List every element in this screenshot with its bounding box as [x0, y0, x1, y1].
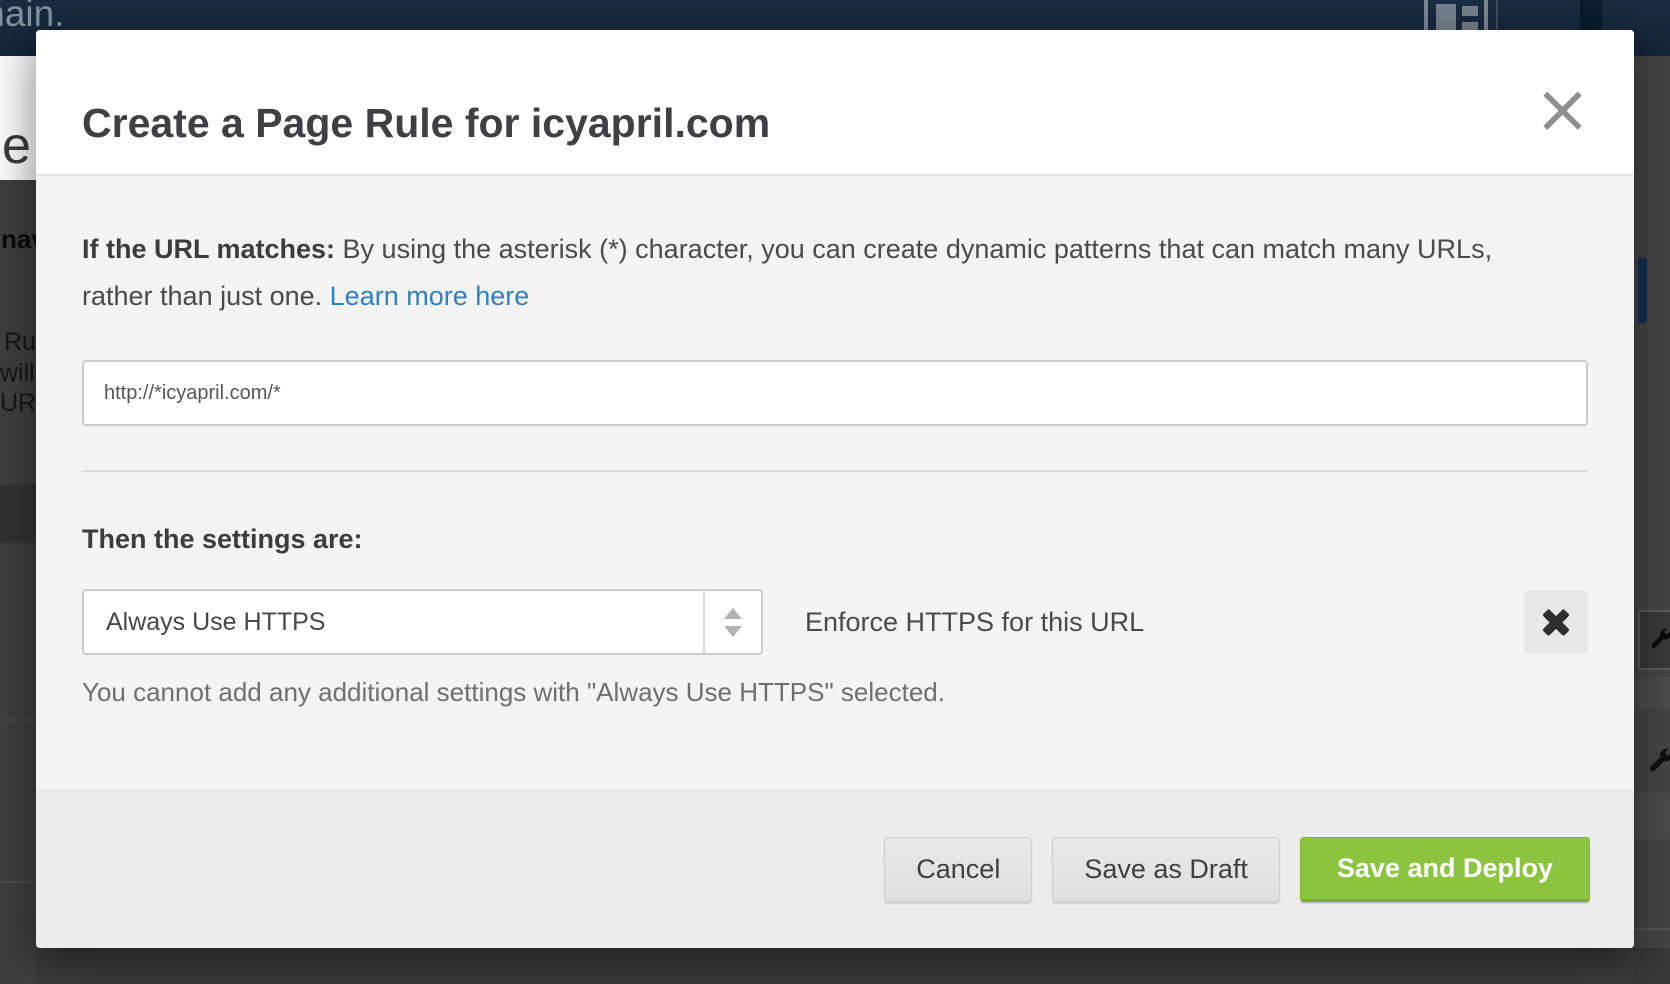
setting-select-value: Always Use HTTPS [84, 591, 703, 653]
remove-setting-button[interactable] [1524, 590, 1588, 654]
background-row-divider [0, 719, 36, 721]
background-right-strip [1634, 56, 1670, 984]
setting-description: Enforce HTTPS for this URL [805, 607, 1144, 638]
chevron-up-icon [724, 608, 742, 619]
background-bottom-band [1634, 948, 1670, 984]
background-row-band [1634, 793, 1670, 839]
dialog-title: Create a Page Rule for icyapril.com [82, 100, 770, 147]
setting-row: Always Use HTTPS Enforce HTTPS for this … [82, 589, 1588, 655]
background-row-band [1634, 677, 1670, 709]
dialog-body: If the URL matches: By using the asteris… [36, 176, 1634, 790]
wrench-icon [1638, 610, 1670, 670]
setting-select[interactable]: Always Use HTTPS [82, 589, 763, 655]
background-text-fragment: will [0, 359, 35, 388]
setting-note: You cannot add any additional settings w… [82, 677, 1588, 708]
background-text-fragment: e [2, 116, 31, 176]
url-match-description: If the URL matches: By using the asteris… [82, 226, 1562, 320]
dialog-footer: Cancel Save as Draft Save and Deploy [36, 790, 1634, 948]
header-partial-icon [1580, 0, 1602, 34]
background-text-fragment: UR [0, 389, 36, 418]
save-and-deploy-button[interactable]: Save and Deploy [1300, 837, 1590, 902]
background-table-header-band [0, 485, 36, 543]
url-pattern-input[interactable] [82, 360, 1588, 426]
chevron-down-icon [724, 626, 742, 637]
url-match-section: If the URL matches: By using the asteris… [36, 176, 1634, 472]
background-left-strip: e nav Ru will UR [0, 56, 36, 984]
save-as-draft-button[interactable]: Save as Draft [1052, 837, 1280, 902]
background-blue-button-fragment [1638, 258, 1647, 323]
background-row-divider [1634, 928, 1670, 930]
url-match-label: If the URL matches: [82, 234, 335, 264]
wrench-icon [1646, 747, 1670, 782]
background-text-fragment: Ru [4, 328, 36, 357]
select-stepper-icon [703, 591, 761, 653]
background-row-divider [0, 881, 36, 883]
background-text-fragment: nav [1, 224, 36, 255]
cancel-button[interactable]: Cancel [884, 837, 1032, 902]
close-icon[interactable]: × [1534, 82, 1590, 138]
settings-heading: Then the settings are: [82, 524, 1588, 555]
dialog-header: Create a Page Rule for icyapril.com × [36, 30, 1634, 176]
learn-more-link[interactable]: Learn more here [330, 281, 530, 311]
settings-section: Then the settings are: Always Use HTTPS … [36, 472, 1634, 708]
create-page-rule-dialog: Create a Page Rule for icyapril.com × If… [36, 30, 1634, 948]
